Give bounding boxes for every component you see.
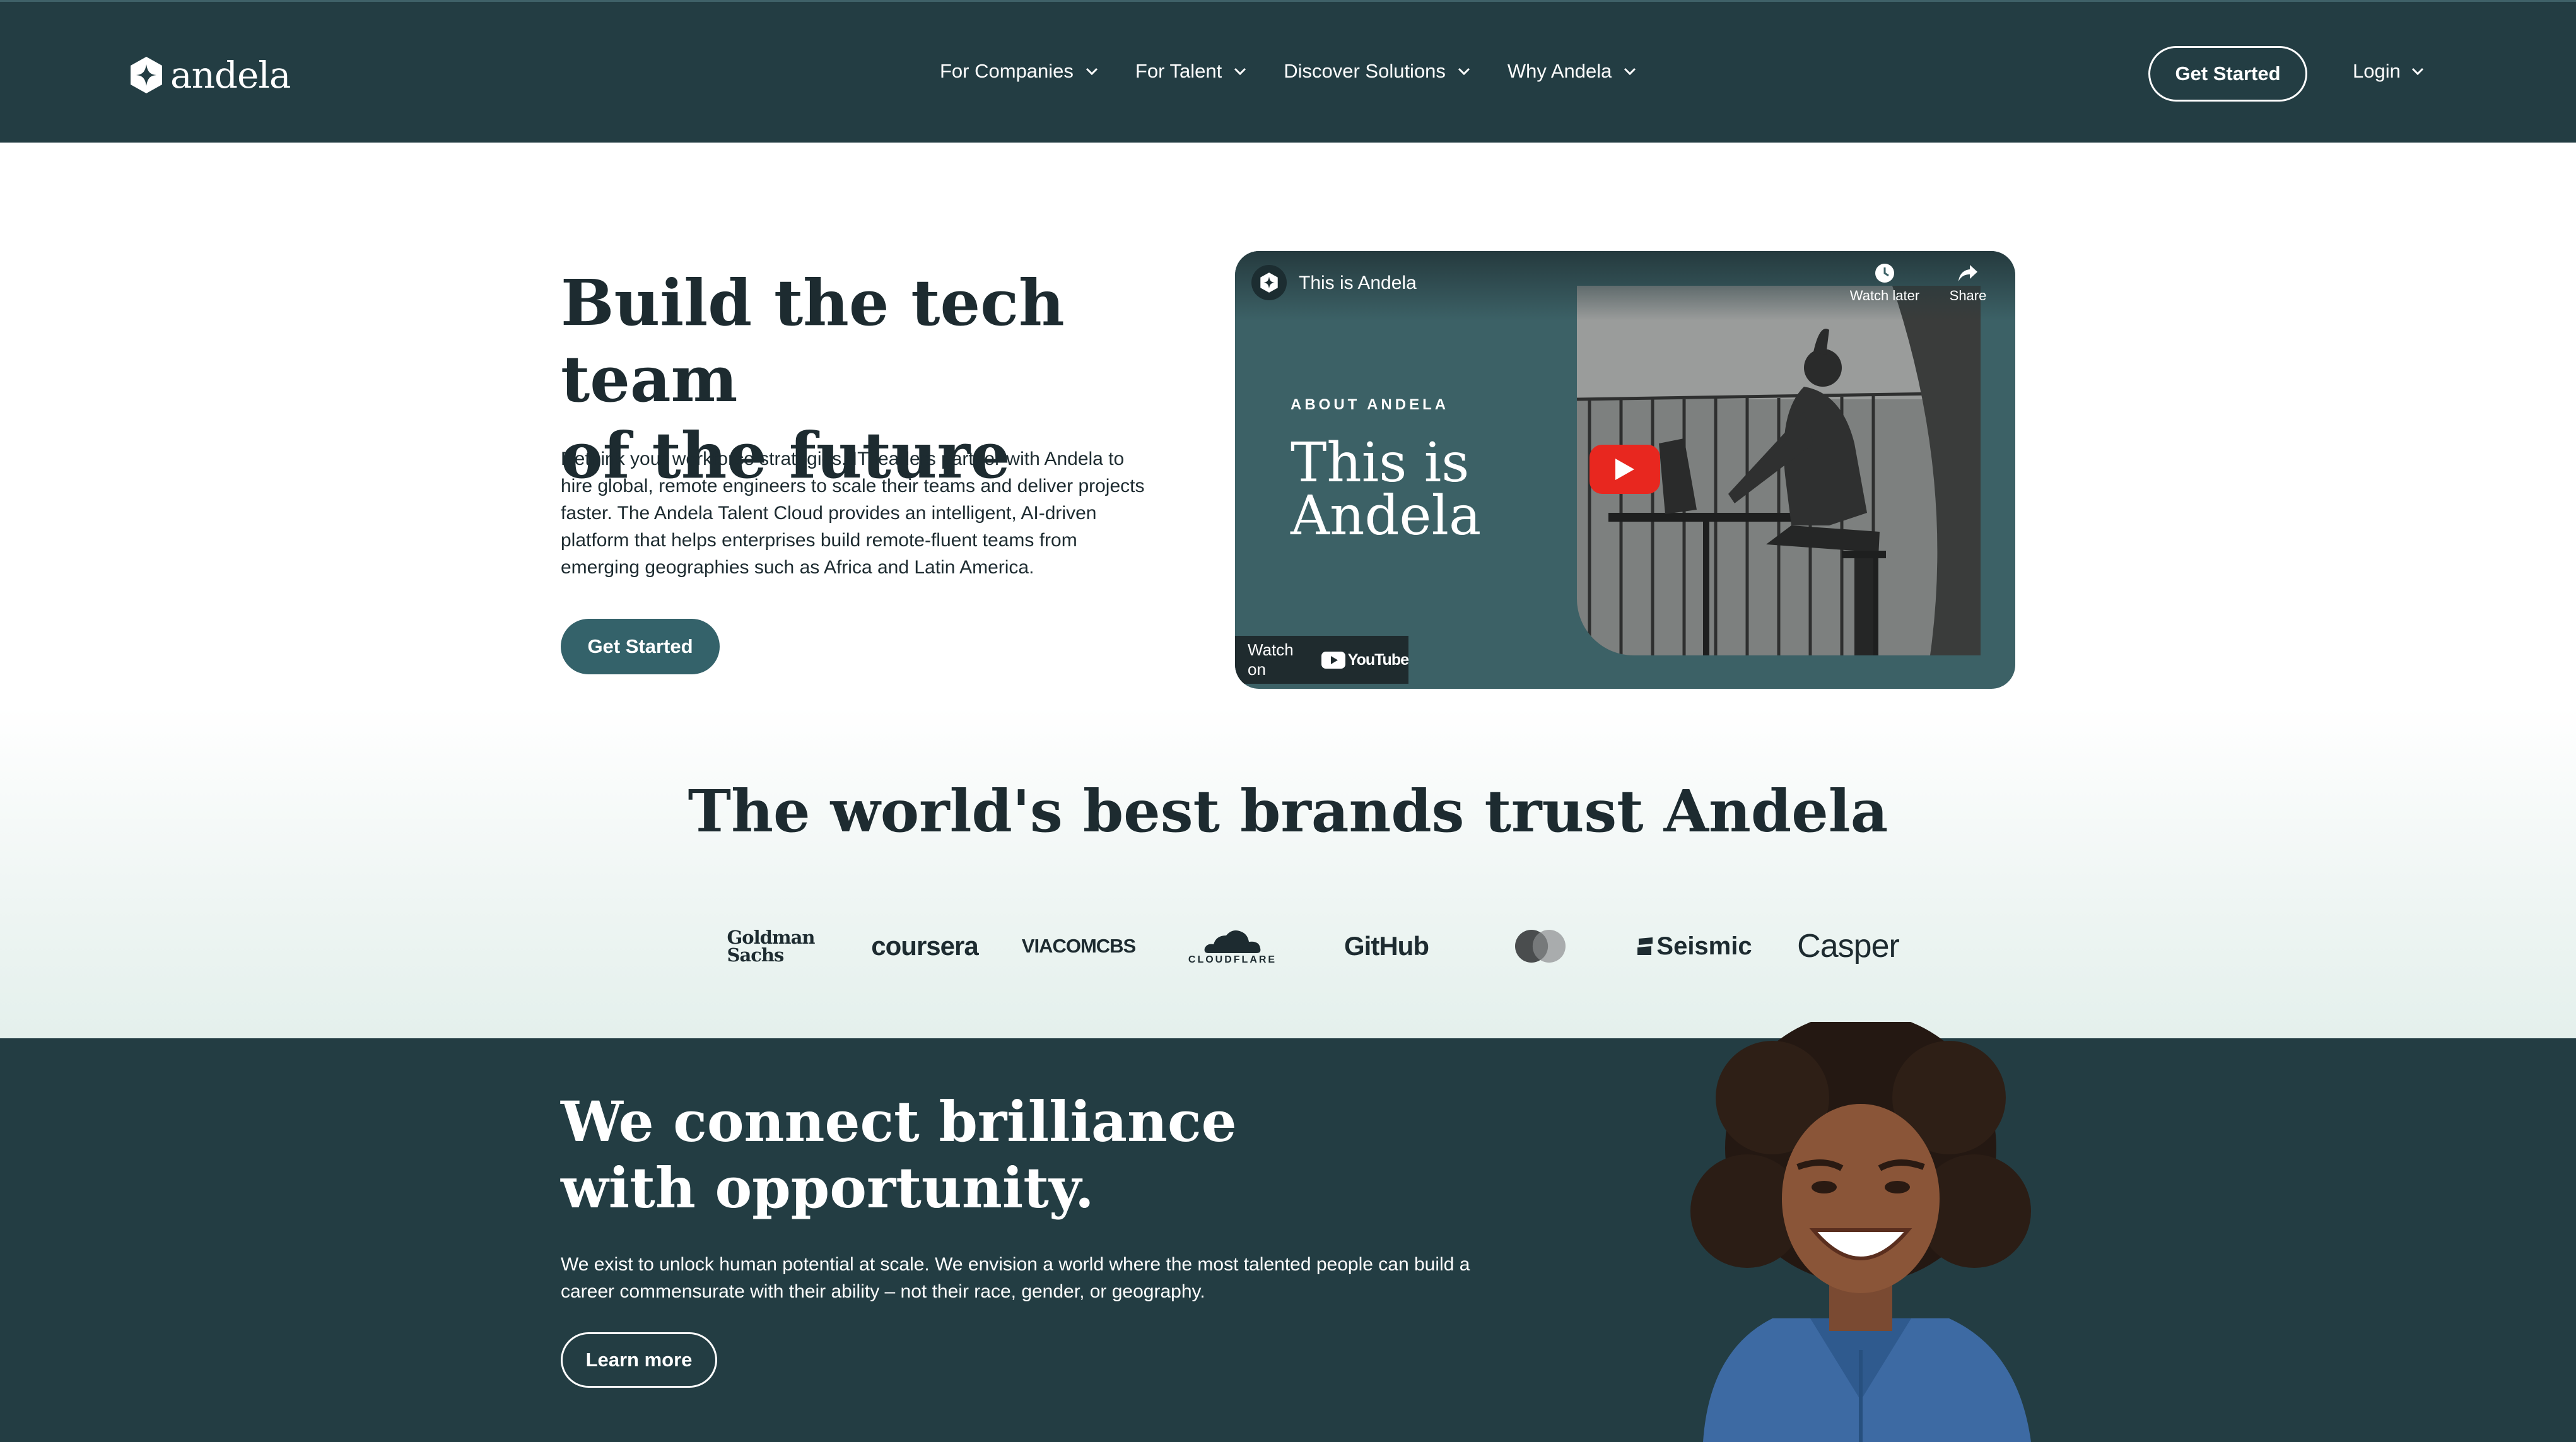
logo-text: coursera bbox=[871, 931, 978, 961]
chevron-down-icon bbox=[1458, 67, 1470, 76]
brand-logos-row: Goldman Sachs coursera VIACOMCBS CLOUDFLA… bbox=[694, 921, 1925, 971]
nav-for-companies[interactable]: For Companies bbox=[940, 60, 1099, 83]
mission-description: We exist to unlock human potential at sc… bbox=[561, 1254, 1470, 1302]
andela-mark-icon bbox=[131, 57, 162, 93]
chevron-down-icon bbox=[2411, 67, 2423, 76]
top-navbar: andela For Companies For Talent Discover… bbox=[0, 0, 2576, 143]
logo-text: Sachs bbox=[727, 944, 785, 966]
mission-title-line: with opportunity. bbox=[561, 1155, 1094, 1221]
casper-logo: Casper bbox=[1771, 921, 1925, 971]
nav-why-andela[interactable]: Why Andela bbox=[1508, 60, 1637, 83]
watch-later-label: Watch later bbox=[1849, 288, 1920, 303]
hero-get-started-button[interactable]: Get Started bbox=[561, 619, 720, 674]
youtube-play-icon bbox=[1321, 651, 1345, 669]
logo-text: CLOUDFLARE bbox=[1188, 954, 1277, 965]
youtube-video-embed[interactable]: This is Andela Watch later Share ABOUT A… bbox=[1235, 251, 2015, 689]
nav-for-talent[interactable]: For Talent bbox=[1135, 60, 1247, 83]
share-button[interactable]: Share bbox=[1948, 262, 1988, 304]
brands-title: The world's best brands trust Andela bbox=[688, 777, 1888, 845]
nav-label: For Talent bbox=[1135, 60, 1222, 82]
seismic-mark-icon bbox=[1637, 937, 1653, 955]
nav-discover-solutions[interactable]: Discover Solutions bbox=[1284, 60, 1471, 83]
share-label: Share bbox=[1949, 288, 1987, 303]
smiling-woman-portrait bbox=[1690, 1022, 2031, 1442]
github-logo: GitHub bbox=[1309, 921, 1463, 971]
chevron-down-icon bbox=[1086, 67, 1098, 76]
viacomcbs-logo: VIACOMCBS bbox=[1002, 921, 1156, 971]
main-nav: For Companies For Talent Discover Soluti… bbox=[940, 60, 1637, 83]
mission-section bbox=[0, 1038, 2576, 1442]
video-eyebrow: ABOUT ANDELA bbox=[1291, 396, 1449, 413]
play-button[interactable] bbox=[1590, 445, 1660, 494]
youtube-wordmark: YouTube bbox=[1347, 650, 1409, 669]
cloud-icon bbox=[1204, 930, 1261, 953]
youtube-logo: YouTube bbox=[1321, 650, 1409, 669]
chevron-down-icon bbox=[1624, 67, 1636, 76]
nav-label: Discover Solutions bbox=[1284, 60, 1446, 82]
mission-title-line: We connect brilliance bbox=[561, 1089, 1237, 1154]
video-headline-line: Andela bbox=[1291, 484, 1482, 548]
coursera-logo: coursera bbox=[848, 921, 1002, 971]
share-icon bbox=[1958, 265, 1977, 281]
andela-mark-icon bbox=[1260, 273, 1278, 293]
andela-logo[interactable]: andela bbox=[129, 54, 291, 97]
video-title[interactable]: This is Andela bbox=[1299, 273, 1417, 294]
play-icon bbox=[1615, 459, 1634, 480]
andela-wordmark: andela bbox=[170, 54, 291, 97]
login-menu[interactable]: Login bbox=[2353, 60, 2425, 83]
goldman-sachs-logo: Goldman Sachs bbox=[694, 921, 848, 971]
chevron-down-icon bbox=[1234, 67, 1246, 76]
cloudflare-logo: CLOUDFLARE bbox=[1156, 921, 1309, 971]
login-label: Login bbox=[2353, 60, 2401, 82]
nav-label: For Companies bbox=[940, 60, 1074, 82]
mastercard-logo bbox=[1463, 921, 1617, 971]
mastercard-circles-icon bbox=[1515, 930, 1566, 963]
hero-title-line: Build the tech team bbox=[561, 266, 1065, 416]
mission-title: We connect brilliance with opportunity. bbox=[561, 1089, 1255, 1221]
logo-text: Seismic bbox=[1656, 932, 1752, 960]
video-headline: This is Andela bbox=[1291, 436, 1481, 543]
watch-on-label: Watch on bbox=[1248, 640, 1294, 679]
logo-text: Casper bbox=[1797, 928, 1900, 964]
clock-icon bbox=[1875, 264, 1894, 283]
hero-description: Rethink your workforce strategies. IT le… bbox=[561, 448, 1145, 578]
watch-later-button[interactable]: Watch later bbox=[1847, 262, 1923, 304]
watch-on-youtube-button[interactable]: Watch on YouTube bbox=[1235, 636, 1409, 684]
learn-more-button[interactable]: Learn more bbox=[561, 1332, 717, 1388]
logo-text: VIACOMCBS bbox=[1021, 935, 1136, 957]
seismic-logo: Seismic bbox=[1617, 921, 1771, 971]
nav-label: Why Andela bbox=[1507, 60, 1612, 82]
channel-avatar[interactable] bbox=[1251, 265, 1287, 300]
header-get-started-button[interactable]: Get Started bbox=[2148, 46, 2307, 102]
logo-text: GitHub bbox=[1344, 931, 1429, 961]
brands-section-background bbox=[0, 706, 2576, 1038]
